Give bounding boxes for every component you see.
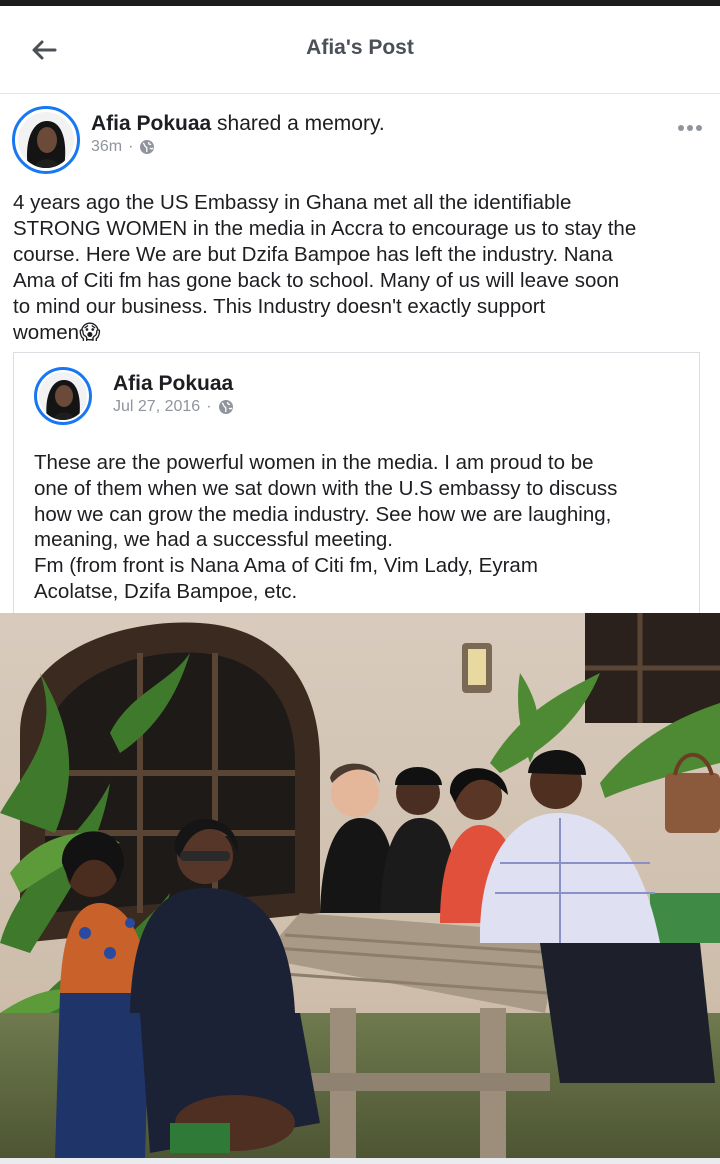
- group-photo-illustration: [0, 613, 720, 1158]
- shared-author-photo: [39, 372, 87, 420]
- shared-memory-card[interactable]: Afia Pokuaa Jul 27, 2016 · These are the…: [13, 352, 700, 614]
- author-photo: [18, 112, 74, 168]
- shared-author-avatar[interactable]: [34, 367, 92, 425]
- globe-icon: [218, 400, 233, 414]
- post-header: Afia Pokuaa shared a memory. 36m ·: [0, 100, 720, 180]
- post-photo[interactable]: [0, 613, 720, 1158]
- more-horizontal-icon: [678, 125, 702, 131]
- author-name[interactable]: Afia Pokuaa: [91, 112, 211, 135]
- shared-post-text: These are the powerful women in the medi…: [34, 451, 618, 603]
- shared-author-name[interactable]: Afia Pokuaa: [113, 372, 233, 396]
- post-meta: 36m ·: [91, 138, 155, 156]
- page-title: Afia's Post: [306, 36, 414, 59]
- post-divider: [0, 1158, 720, 1164]
- post-time[interactable]: 36m: [91, 138, 122, 156]
- app-bar: Afia's Post: [0, 6, 720, 94]
- globe-icon: [140, 140, 155, 154]
- post-text: 4 years ago the US Embassy in Ghana met …: [13, 190, 713, 346]
- author-avatar[interactable]: [12, 106, 80, 174]
- meta-separator: ·: [206, 398, 212, 415]
- shared-date[interactable]: Jul 27, 2016: [113, 398, 200, 416]
- post-action: shared a memory.: [211, 112, 385, 135]
- meta-separator: ·: [128, 138, 134, 155]
- post-author-line: Afia Pokuaa shared a memory.: [91, 112, 385, 136]
- shared-meta: Jul 27, 2016 ·: [113, 398, 234, 416]
- post-body: 4 years ago the US Embassy in Ghana met …: [13, 191, 637, 344]
- post-options-button[interactable]: [674, 114, 706, 142]
- shocked-emoji: 😱: [79, 321, 101, 344]
